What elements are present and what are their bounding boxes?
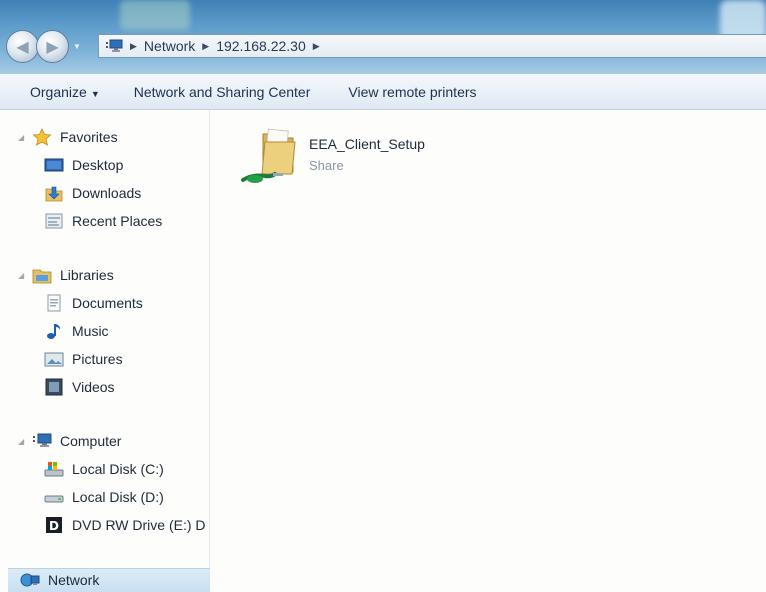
recent-pages-dropdown-icon[interactable]: ▼	[73, 42, 81, 51]
star-icon	[32, 128, 52, 146]
organize-label: Organize	[30, 83, 87, 100]
breadcrumb-separator-icon[interactable]: ▶	[130, 41, 137, 52]
shared-folder-icon	[241, 124, 301, 186]
nav-item-network[interactable]: Network	[8, 568, 210, 592]
downloads-icon	[44, 184, 64, 202]
navigation-pane: ◢ Favorites Desktop Downloads Recent Pla…	[0, 110, 210, 592]
nav-item-downloads[interactable]: Downloads	[44, 184, 141, 202]
network-location-icon	[105, 39, 123, 53]
libraries-label: Libraries	[60, 267, 114, 283]
breadcrumb-separator-icon[interactable]: ▶	[202, 41, 209, 52]
back-button[interactable]: ◀	[6, 30, 39, 63]
favorites-label: Favorites	[60, 129, 118, 145]
nav-item-documents[interactable]: Documents	[44, 294, 143, 312]
nav-item-pictures[interactable]: Pictures	[44, 350, 123, 368]
nav-item-videos[interactable]: Videos	[44, 378, 115, 396]
nav-item-label: DVD RW Drive (E:) D	[72, 517, 206, 533]
desktop-icon	[44, 156, 64, 174]
nav-item-local-disk-c[interactable]: Local Disk (C:)	[44, 460, 164, 478]
collapse-triangle-icon[interactable]: ◢	[18, 133, 32, 142]
nav-item-label: Downloads	[72, 185, 142, 201]
share-type: Share	[309, 158, 344, 173]
nav-item-label: Documents	[72, 295, 143, 311]
local-disk-c-icon	[44, 460, 64, 478]
recent-places-icon	[44, 212, 64, 230]
videos-icon	[44, 378, 64, 396]
network-label: Network	[48, 572, 100, 588]
nav-item-recent-places[interactable]: Recent Places	[44, 212, 162, 230]
network-icon	[20, 571, 40, 589]
libraries-icon	[32, 266, 52, 284]
nav-item-label: Music	[72, 323, 109, 339]
network-sharing-center-button[interactable]: Network and Sharing Center	[124, 84, 321, 100]
collapse-triangle-icon[interactable]: ◢	[18, 271, 32, 280]
computer-icon	[32, 432, 52, 450]
nav-group-favorites[interactable]: ◢ Favorites	[0, 128, 118, 146]
window-titlebar: ◀ ▶ ▼ ▶ Network ▶ 192.168.22.30 ▶	[0, 0, 766, 74]
pictures-icon	[44, 350, 64, 368]
nav-item-label: Local Disk (D:)	[72, 489, 164, 505]
chevron-down-icon: ▼	[90, 88, 100, 99]
address-bar[interactable]: ▶ Network ▶ 192.168.22.30 ▶	[98, 34, 766, 58]
command-bar: Organize ▼ Network and Sharing Center Vie…	[0, 74, 766, 110]
svg-text:D: D	[49, 519, 59, 533]
computer-label: Computer	[60, 433, 122, 449]
nav-network-row: Network	[20, 571, 99, 589]
nav-item-label: Recent Places	[72, 213, 163, 229]
nav-item-label: Pictures	[72, 351, 123, 367]
nav-item-label: Videos	[72, 379, 115, 395]
breadcrumb-network[interactable]: Network	[144, 38, 195, 54]
breadcrumb-host[interactable]: 192.168.22.30	[216, 38, 306, 54]
nav-group-computer[interactable]: ◢ Computer	[0, 432, 121, 450]
nav-item-label: Local Disk (C:)	[72, 461, 164, 477]
nav-item-desktop[interactable]: Desktop	[44, 156, 123, 174]
nav-item-dvd-drive[interactable]: D DVD RW Drive (E:) D	[44, 516, 206, 534]
local-disk-d-icon	[44, 488, 64, 506]
nav-item-label: Desktop	[72, 157, 124, 173]
view-remote-printers-button[interactable]: View remote printers	[338, 84, 486, 100]
nav-group-libraries[interactable]: ◢ Libraries	[0, 266, 114, 284]
share-name: EEA_Client_Setup	[309, 136, 425, 152]
collapse-triangle-icon[interactable]: ◢	[18, 437, 32, 446]
breadcrumb-separator-icon[interactable]: ▶	[313, 41, 320, 52]
forward-arrow-icon: ▶	[46, 38, 59, 56]
nav-item-music[interactable]: Music	[44, 322, 109, 340]
music-icon	[44, 322, 64, 340]
file-list: EEA_Client_Setup Share	[211, 110, 766, 592]
documents-icon	[44, 294, 64, 312]
forward-button[interactable]: ▶	[36, 30, 69, 63]
nav-item-local-disk-d[interactable]: Local Disk (D:)	[44, 488, 164, 506]
back-arrow-icon: ◀	[16, 38, 29, 56]
organize-button[interactable]: Organize ▼	[0, 84, 110, 100]
list-item[interactable]: EEA_Client_Setup Share	[241, 120, 481, 192]
dvd-drive-icon: D	[44, 516, 64, 534]
